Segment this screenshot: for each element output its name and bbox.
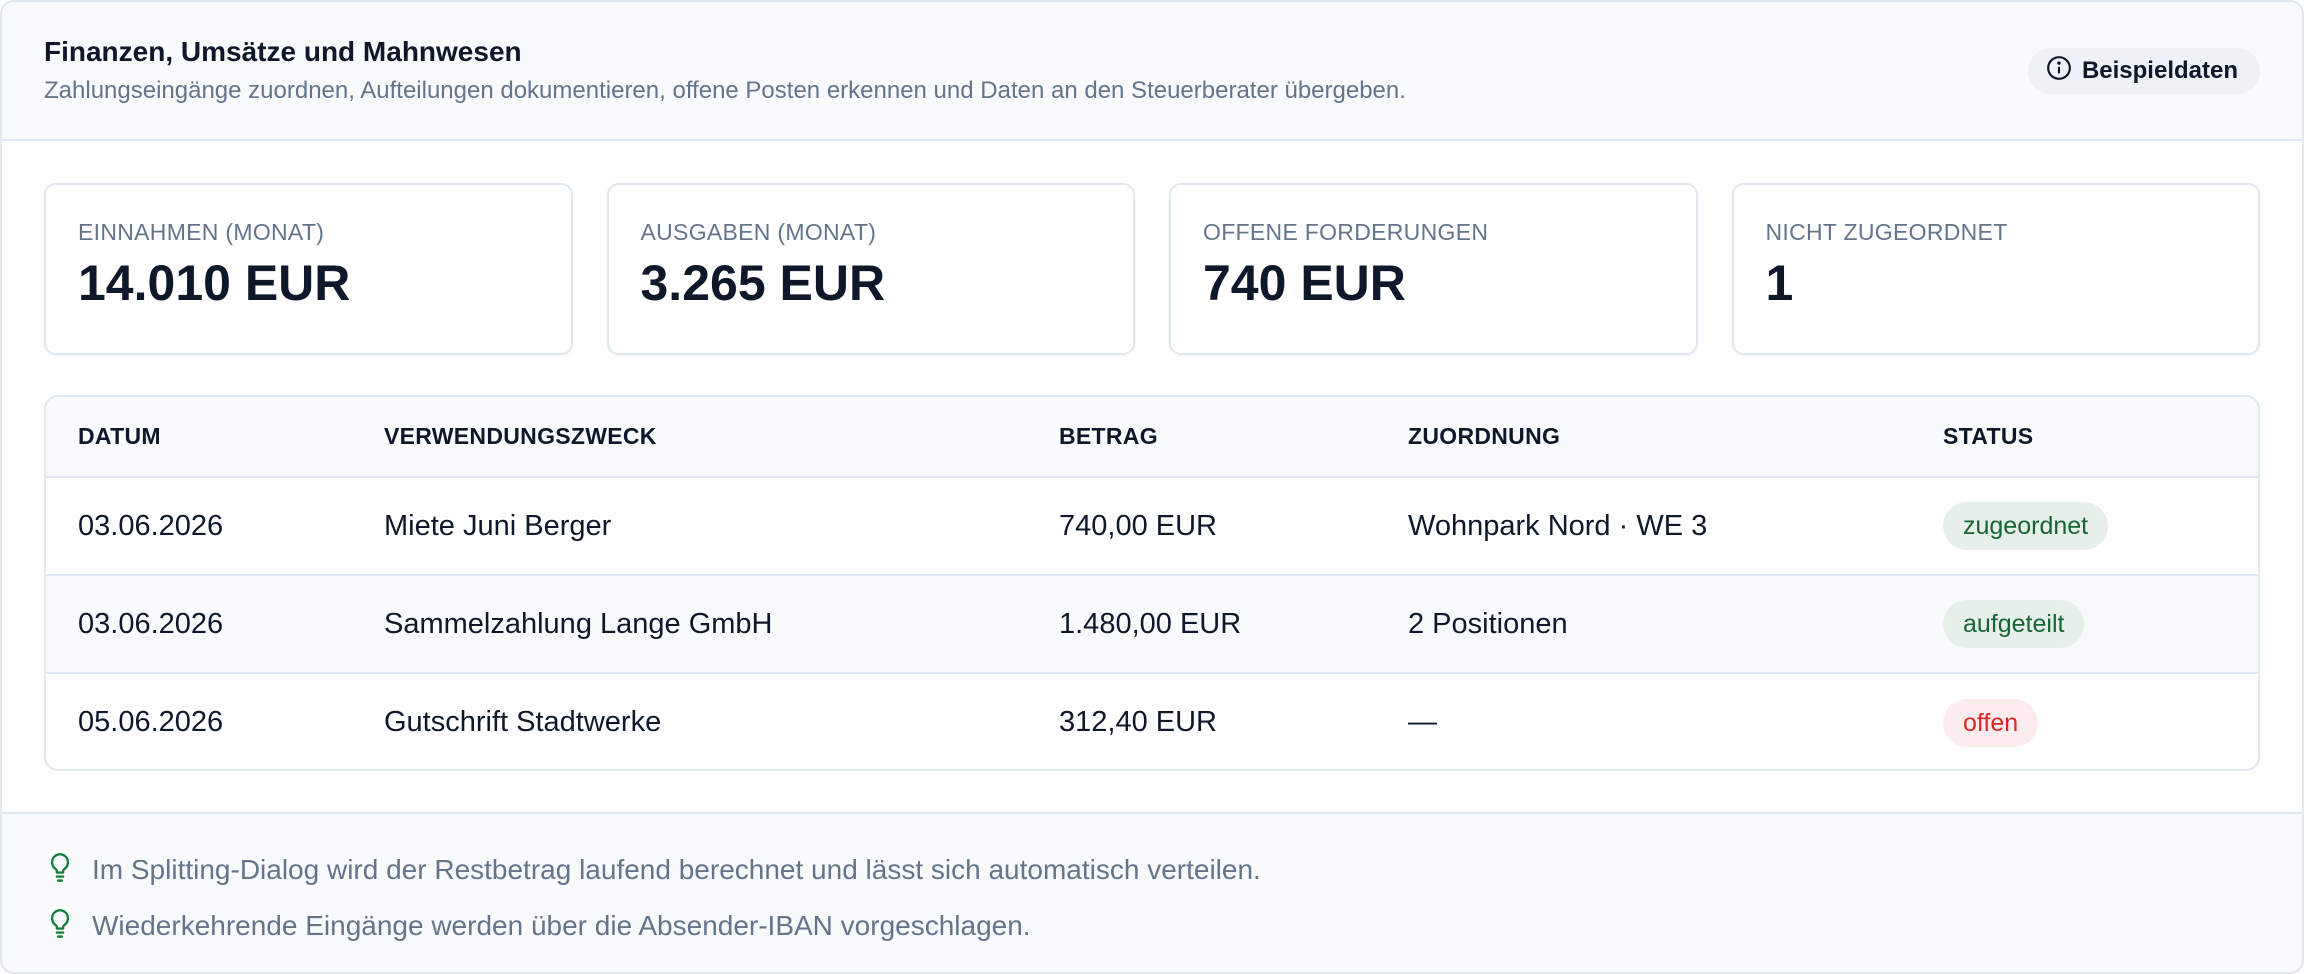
status-badge: zugeordnet: [1943, 502, 2109, 550]
cell-assignment: —: [1376, 672, 1911, 769]
page-subtitle: Zahlungseingänge zuordnen, Aufteilungen …: [44, 77, 1406, 104]
column-header-status[interactable]: STATUS: [1911, 397, 2258, 478]
stat-label: OFFENE FORDERUNGEN: [1203, 219, 1489, 245]
panel-header: Finanzen, Umsätze und Mahnwesen Zahlungs…: [2, 2, 2302, 141]
finance-panel: Finanzen, Umsätze und Mahnwesen Zahlungs…: [0, 0, 2304, 974]
table-row[interactable]: 03.06.2026 Sammelzahlung Lange GmbH 1.48…: [46, 574, 2258, 673]
cell-status: aufgeteilt: [1911, 574, 2258, 673]
column-header-amount[interactable]: BETRAG: [1027, 397, 1376, 478]
cell-date: 03.06.2026: [46, 574, 352, 673]
stat-card-expenses: AUSGABEN (MONAT) 3.265 EUR: [606, 183, 1135, 355]
stat-label: EINNAHMEN (MONAT): [78, 219, 325, 245]
tips-footer: Im Splitting-Dialog wird der Restbetrag …: [2, 812, 2302, 972]
stat-card-open-receivables: OFFENE FORDERUNGEN 740 EUR: [1169, 183, 1698, 355]
stat-card-unassigned: NICHT ZUGEORDNET 1: [1731, 183, 2260, 355]
cell-purpose: Sammelzahlung Lange GmbH: [352, 574, 1027, 673]
tip-text: Im Splitting-Dialog wird der Restbetrag …: [92, 854, 1261, 885]
cell-amount: 1.480,00 EUR: [1027, 574, 1376, 673]
table-row[interactable]: 03.06.2026 Miete Juni Berger 740,00 EUR …: [46, 477, 2258, 575]
table-row[interactable]: 05.06.2026 Gutschrift Stadtwerke 312,40 …: [46, 672, 2258, 769]
stat-value: 14.010 EUR: [78, 255, 351, 311]
column-header-date[interactable]: DATUM: [46, 397, 352, 478]
cell-amount: 312,40 EUR: [1027, 672, 1376, 769]
lightbulb-icon: [46, 908, 74, 945]
cell-purpose: Miete Juni Berger: [384, 509, 612, 542]
sample-data-badge[interactable]: Beispieldaten: [2027, 48, 2260, 94]
lightbulb-icon: [46, 852, 74, 889]
cell-assignment: 2 Positionen: [1376, 574, 1911, 673]
stat-label: NICHT ZUGEORDNET: [1765, 219, 2008, 245]
status-badge: aufgeteilt: [1943, 600, 2085, 648]
column-header-purpose[interactable]: VERWENDUNGSZWECK: [352, 397, 1027, 478]
cell-purpose: Gutschrift Stadtwerke: [352, 672, 1027, 769]
stat-value: 740 EUR: [1203, 255, 1406, 311]
stat-label: AUSGABEN (MONAT): [640, 219, 877, 245]
cell-status: offen: [1911, 672, 2258, 769]
stats-row: EINNAHMEN (MONAT) 14.010 EUR AUSGABEN (M…: [44, 183, 2260, 355]
cell-date: 03.06.2026: [78, 509, 224, 542]
column-header-assignment[interactable]: ZUORDNUNG: [1376, 397, 1911, 478]
stat-value: 3.265 EUR: [640, 255, 886, 311]
transactions-table: DATUM VERWENDUNGSZWECK BETRAG ZUORDNUNG …: [44, 395, 2260, 771]
status-badge: offen: [1943, 698, 2039, 747]
cell-date: 05.06.2026: [46, 672, 352, 769]
sample-data-label: Beispieldaten: [2081, 57, 2238, 84]
stat-value: 1: [1765, 255, 1794, 311]
table-header-row: DATUM VERWENDUNGSZWECK BETRAG ZUORDNUNG …: [46, 397, 2258, 478]
tip-item: Im Splitting-Dialog wird der Restbetrag …: [46, 842, 2302, 898]
cell-status: zugeordnet: [1911, 477, 2258, 575]
page-title: Finanzen, Umsätze und Mahnwesen: [44, 36, 522, 67]
cell-amount: 740,00 EUR: [1059, 509, 1217, 542]
tip-text: Wiederkehrende Eingänge werden über die …: [92, 910, 1031, 941]
stat-card-income: EINNAHMEN (MONAT) 14.010 EUR: [44, 183, 573, 355]
tip-item: Wiederkehrende Eingänge werden über die …: [46, 898, 2302, 954]
info-icon: [2046, 55, 2072, 88]
cell-assignment: Wohnpark Nord · WE 3: [1408, 509, 1708, 542]
